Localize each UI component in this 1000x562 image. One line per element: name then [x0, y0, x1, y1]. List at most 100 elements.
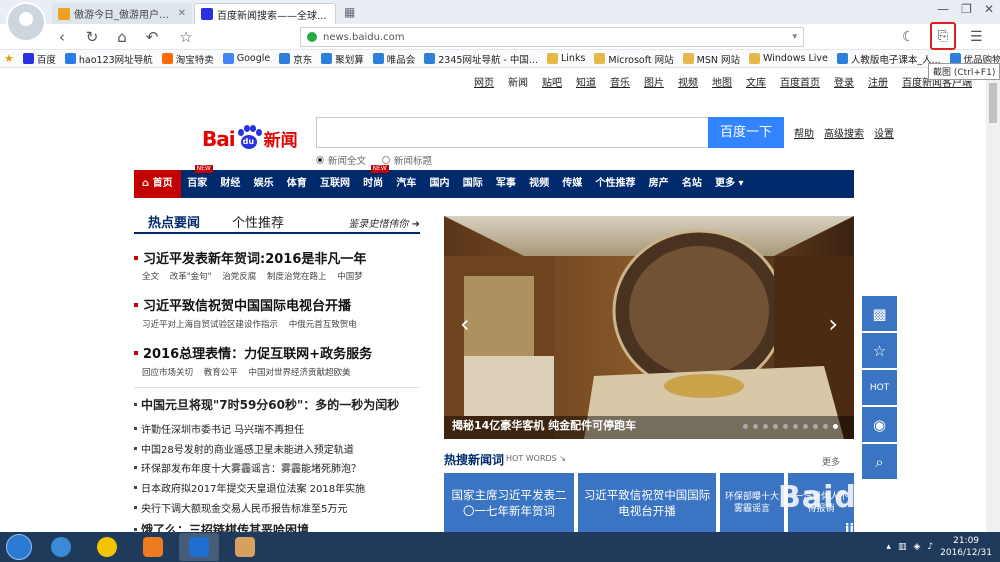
prev-arrow-icon[interactable]: ‹: [460, 310, 470, 338]
taskbar-app[interactable]: [87, 533, 127, 561]
taskbar-app[interactable]: [225, 533, 265, 561]
nav-baijia[interactable]: 百家 NEW: [181, 165, 214, 198]
search-input[interactable]: [316, 117, 708, 148]
headline[interactable]: 习近平发表新年贺词:2016是非凡一年: [134, 248, 366, 267]
radio-fulltext[interactable]: 新闻全文: [316, 153, 366, 167]
carousel-dot[interactable]: [813, 424, 818, 429]
top-link[interactable]: 文库: [746, 74, 766, 89]
eye-button[interactable]: ◉: [862, 407, 897, 442]
help-link[interactable]: 帮助: [794, 125, 814, 140]
nav-finance[interactable]: 财经: [214, 170, 247, 198]
nav-video[interactable]: 视频: [523, 170, 556, 198]
sub-link[interactable]: 改革"金句": [170, 272, 212, 282]
bookmark-folder[interactable]: Microsoft 网站: [594, 52, 674, 66]
news-link[interactable]: 饿了么：三招链棋传其恶哈困境: [134, 521, 309, 532]
bookmark-item[interactable]: 聚划算: [321, 52, 364, 66]
radio-title[interactable]: 新闻标题: [382, 153, 432, 167]
carousel-dot[interactable]: [783, 424, 788, 429]
home-icon[interactable]: ⌂: [112, 27, 132, 47]
night-mode-icon[interactable]: ☾: [902, 27, 915, 47]
qr-code-button[interactable]: ▩: [862, 296, 897, 331]
sub-link[interactable]: 教育公平: [204, 368, 238, 378]
news-link[interactable]: 央行下调大额现金交易人民币报告标准至5万元: [134, 500, 347, 515]
volume-icon[interactable]: ♪: [927, 542, 933, 552]
taskbar-app[interactable]: [41, 533, 81, 561]
sub-link[interactable]: 中国梦: [337, 272, 363, 282]
top-link[interactable]: 知道: [576, 74, 596, 89]
vertical-scrollbar[interactable]: [986, 69, 1000, 532]
clock[interactable]: 21:09 2016/12/31: [940, 535, 992, 559]
nav-sites[interactable]: 名站: [675, 170, 708, 198]
nav-auto[interactable]: 汽车: [390, 170, 423, 198]
baidu-news-logo[interactable]: Bai du 新闻: [202, 117, 298, 151]
bookmark-item[interactable]: 淘宝特卖: [161, 52, 214, 66]
network-icon[interactable]: ▥: [898, 542, 907, 552]
top-link[interactable]: 登录: [834, 74, 854, 89]
advanced-search-link[interactable]: 高级搜索: [824, 125, 864, 140]
tab-active[interactable]: 百度新闻搜索——全球...: [194, 3, 336, 24]
shield-icon[interactable]: ◈: [913, 542, 920, 552]
chevron-down-icon[interactable]: ▾: [792, 32, 797, 42]
carousel-dot[interactable]: [773, 424, 778, 429]
sub-link[interactable]: 治党反腐: [222, 272, 256, 282]
sub-link[interactable]: 习近平对上海自贸试验区建设作指示: [142, 320, 278, 330]
menu-icon[interactable]: ☰: [970, 27, 983, 47]
carousel-dot[interactable]: [753, 424, 758, 429]
bookmark-folder[interactable]: Windows Live: [749, 53, 828, 64]
nav-military[interactable]: 军事: [489, 170, 522, 198]
news-link[interactable]: 中国28号发射的商业遥感卫星未能进入预定轨道: [134, 441, 354, 456]
photo-carousel[interactable]: ‹ › 揭秘14亿豪华客机 纯金配件可停跑车: [444, 216, 854, 439]
nav-entertainment[interactable]: 娱乐: [247, 170, 280, 198]
top-link[interactable]: 注册: [868, 74, 888, 89]
top-link[interactable]: 百度首页: [780, 74, 820, 89]
carousel-dot[interactable]: [743, 424, 748, 429]
carousel-dot-active[interactable]: [833, 424, 838, 429]
carousel-caption[interactable]: 揭秘14亿豪华客机 纯金配件可停跑车: [452, 417, 636, 433]
hot-card[interactable]: 习近平致信祝贺中国国际电视台开播: [578, 473, 716, 532]
sub-link[interactable]: 中俄元首互致贺电: [289, 320, 357, 330]
minimize-icon[interactable]: —: [937, 2, 949, 16]
news-link[interactable]: 日本政府拟2017年提交天皇退位法案 2018年实施: [134, 480, 365, 495]
bookmark-folder[interactable]: Links: [546, 53, 585, 64]
bookmark-folder[interactable]: MSN 网站: [682, 52, 740, 66]
nav-fashion[interactable]: 时尚 NEW: [357, 165, 390, 198]
top-link[interactable]: 图片: [644, 74, 664, 89]
more-link[interactable]: 更多: [822, 455, 840, 468]
start-button[interactable]: [0, 532, 38, 562]
tab-inactive[interactable]: 傲游今日_傲游用户专属... ✕: [52, 3, 192, 24]
nav-media[interactable]: 传媒: [556, 170, 589, 198]
headline[interactable]: 2016总理表情：力促互联网+政务服务: [134, 343, 372, 362]
news-link[interactable]: 环保部发布年度十大雾霾谣言：雾霾能堵死肺泡？: [134, 460, 361, 475]
screenshot-button[interactable]: ⎘: [930, 22, 956, 50]
bookmark-item[interactable]: Google: [222, 53, 270, 64]
nav-domestic[interactable]: 国内: [423, 170, 456, 198]
carousel-dot[interactable]: [803, 424, 808, 429]
address-url[interactable]: news.baidu.com: [323, 32, 792, 43]
nav-international[interactable]: 国际: [456, 170, 489, 198]
taskbar-app-active[interactable]: [179, 533, 219, 561]
bookmark-item[interactable]: 百度: [22, 52, 56, 66]
top-link[interactable]: 视频: [678, 74, 698, 89]
top-link[interactable]: 音乐: [610, 74, 630, 89]
top-link[interactable]: 地图: [712, 74, 732, 89]
back-icon[interactable]: ‹: [52, 27, 72, 47]
bookmark-item[interactable]: 京东: [279, 52, 312, 66]
nav-more[interactable]: 更多 ▾: [708, 170, 750, 198]
nav-internet[interactable]: 互联网: [313, 170, 356, 198]
top-link[interactable]: 新闻: [508, 74, 528, 89]
undo-icon[interactable]: ↶: [142, 27, 162, 47]
favorite-star-icon[interactable]: ☆: [176, 27, 196, 47]
nav-sports[interactable]: 体育: [280, 170, 313, 198]
bookmark-item[interactable]: 唯品会: [372, 52, 415, 66]
carousel-dot[interactable]: [793, 424, 798, 429]
restore-icon[interactable]: ❐: [961, 2, 972, 16]
sub-link[interactable]: 全文: [142, 272, 159, 282]
bookmark-item[interactable]: hao123网址导航: [64, 52, 153, 66]
top-link[interactable]: 贴吧: [542, 74, 562, 89]
tab-hot-news[interactable]: 热点要闻: [148, 212, 200, 231]
scrollbar-thumb[interactable]: [989, 83, 997, 123]
address-bar[interactable]: news.baidu.com ▾: [300, 27, 804, 47]
news-link[interactable]: 中国元旦将现"7时59分60秒"：多的一秒为闰秒: [134, 396, 399, 413]
nav-recommend[interactable]: 个性推荐: [589, 170, 642, 198]
top-link[interactable]: 网页: [474, 74, 494, 89]
